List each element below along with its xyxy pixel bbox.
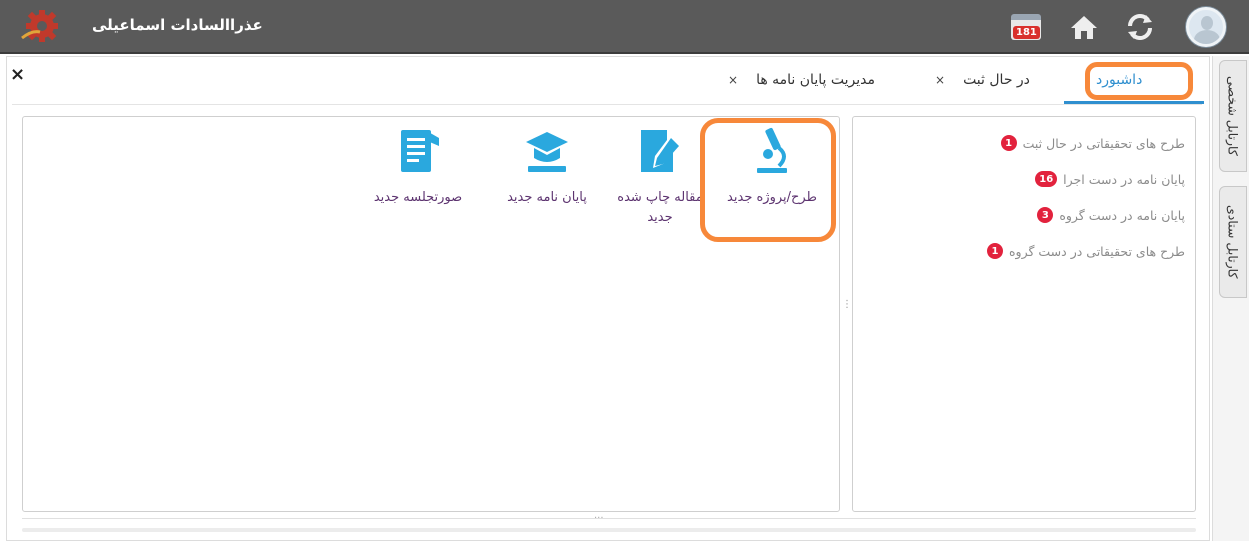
tab-in-registration-label: در حال ثبت <box>963 72 1030 88</box>
status-item-label: پایان نامه در دست اجرا <box>1063 171 1185 187</box>
logo-gear-icon <box>21 10 58 42</box>
new-minutes-shortcut[interactable]: صورتجلسه جدید <box>368 126 468 208</box>
status-panel: طرح های تحقیقاتی در حال ثبت 1 پایان نامه… <box>852 116 1196 512</box>
calendar-icon: 181 <box>1011 14 1041 40</box>
tab-in-registration[interactable]: در حال ثبت × <box>935 60 1030 100</box>
status-count-badge: 16 <box>1035 171 1058 187</box>
refresh-icon <box>1128 14 1152 40</box>
user-name: عذراالسادات اسماعیلی <box>92 16 263 34</box>
graduation-cap-icon <box>526 132 568 172</box>
close-all-tabs-button[interactable]: × <box>10 64 25 85</box>
home-button[interactable] <box>1066 10 1102 44</box>
status-count-badge: 3 <box>1037 207 1054 223</box>
tab-thesis-management-close-icon[interactable]: × <box>728 73 738 87</box>
home-icon <box>1071 16 1097 39</box>
new-article-shortcut[interactable]: مقاله چاپ شده جدید <box>610 126 710 228</box>
calendar-button[interactable]: 181 <box>1008 10 1044 44</box>
side-tab-label: کارتابل شخصی <box>1225 76 1241 156</box>
microscope-icon <box>757 127 787 173</box>
status-count-badge: 1 <box>987 243 1003 259</box>
horizontal-scrollbar[interactable] <box>22 528 1196 532</box>
tab-in-registration-close-icon[interactable]: × <box>935 73 945 87</box>
status-count-badge: 1 <box>1000 135 1017 151</box>
new-minutes-label: صورتجلسه جدید <box>373 190 463 205</box>
refresh-button[interactable] <box>1122 10 1158 44</box>
status-item-label: طرح های تحقیقاتی در دست گروه <box>1009 243 1185 259</box>
status-item-label: طرح های تحقیقاتی در حال ثبت <box>1022 135 1185 151</box>
user-avatar-icon[interactable] <box>1186 7 1226 47</box>
side-tab-staff-cartable[interactable]: کارتابل ستادی <box>1219 186 1247 298</box>
resize-grip-icon: ··· <box>594 513 604 524</box>
new-project-label: طرح/پروژه جدید <box>727 190 817 205</box>
tab-thesis-management-label: مدیریت پایان نامه ها <box>756 72 875 88</box>
new-article-label: مقاله چاپ شده جدید <box>617 190 703 225</box>
side-tab-label: کارتابل ستادی <box>1225 205 1241 279</box>
status-item-label: پایان نامه در دست گروه <box>1059 207 1185 223</box>
status-item-research-with-group[interactable]: طرح های تحقیقاتی در دست گروه 1 <box>987 233 1185 269</box>
tab-thesis-management[interactable]: مدیریت پایان نامه ها × <box>728 60 875 100</box>
panel-splitter[interactable]: ⋮ <box>842 300 852 330</box>
new-thesis-label: پایان نامه جدید <box>507 190 587 205</box>
new-thesis-shortcut[interactable]: پایان نامه جدید <box>497 126 597 208</box>
edit-document-icon <box>641 130 679 172</box>
tab-divider <box>12 104 1202 105</box>
new-project-shortcut[interactable]: طرح/پروژه جدید <box>722 126 822 208</box>
status-list: طرح های تحقیقاتی در حال ثبت 1 پایان نامه… <box>987 125 1185 269</box>
side-tab-personal-cartable[interactable]: کارتابل شخصی <box>1219 60 1247 172</box>
tab-dashboard[interactable]: داشبورد <box>1096 60 1142 100</box>
calendar-badge: 181 <box>1013 26 1040 39</box>
top-bar: عذراالسادات اسماعیلی 181 <box>0 0 1249 54</box>
status-item-thesis-with-group[interactable]: پایان نامه در دست گروه 3 <box>987 197 1185 233</box>
minutes-document-icon <box>401 130 439 172</box>
status-item-thesis-in-progress[interactable]: پایان نامه در دست اجرا 16 <box>987 161 1185 197</box>
tab-dashboard-label: داشبورد <box>1096 72 1143 88</box>
status-item-research-in-registration[interactable]: طرح های تحقیقاتی در حال ثبت 1 <box>987 125 1185 161</box>
